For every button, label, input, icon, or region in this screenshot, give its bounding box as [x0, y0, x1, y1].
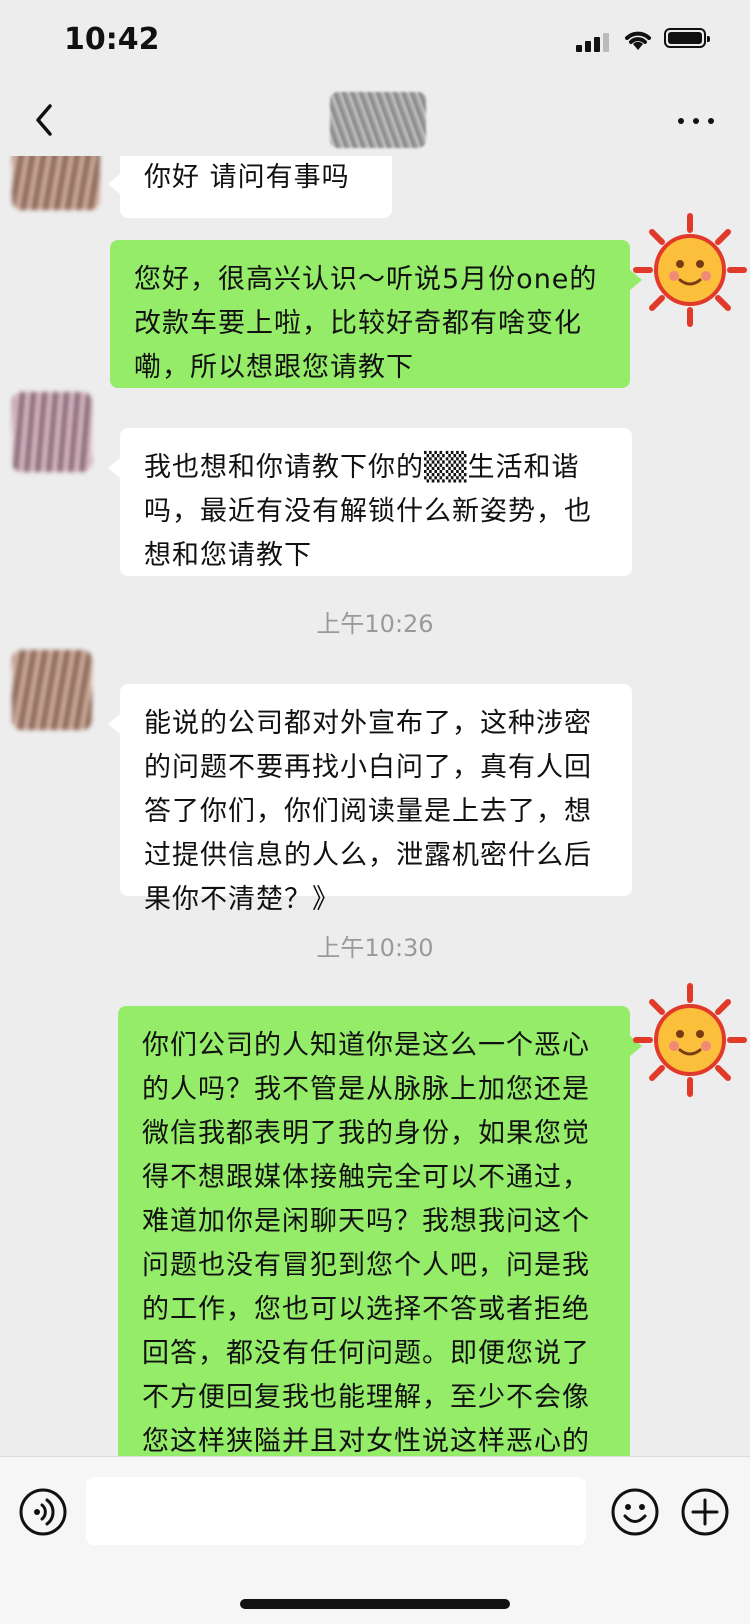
wifi-icon	[625, 31, 651, 50]
battery-icon	[664, 28, 710, 48]
sun-avatar-icon[interactable]	[630, 210, 750, 330]
emoji-icon[interactable]	[610, 1487, 660, 1537]
message-bubble[interactable]: 你们公司的人知道你是这么一个恶心的人吗？我不管是从脉脉上加您还是微信我都表明了我…	[118, 1006, 642, 1456]
message-text: 您好，很高兴认识～听说5月份one的改款车要上啦，比较好奇都有啥变化嘞，所以想跟…	[134, 264, 598, 383]
contact-avatar[interactable]	[12, 392, 92, 472]
message-text: 你好 请问有事吗	[144, 162, 350, 193]
signal-icon	[576, 32, 612, 52]
input-bar	[0, 1456, 750, 1624]
timestamp: 上午10:30	[316, 934, 434, 962]
message-bubble[interactable]: 能说的公司都对外宣布了，这种涉密的问题不要再找小白问了，真有人回答了你们，你们阅…	[108, 684, 632, 915]
message-bubble[interactable]: 你好 请问有事吗	[108, 156, 392, 218]
more-dots-icon[interactable]	[676, 108, 716, 132]
sun-avatar-icon[interactable]	[630, 980, 750, 1100]
message-bubble[interactable]: 我也想和你请教下你的▒▒生活和谐吗，最近有没有解锁什么新姿势，也想和您请教下	[108, 428, 632, 576]
chevron-left-icon[interactable]	[26, 100, 66, 140]
chat-header	[0, 86, 750, 156]
message-text: 能说的公司都对外宣布了，这种涉密的问题不要再找小白问了，真有人回答了你们，你们阅…	[144, 708, 592, 915]
message-input[interactable]	[86, 1477, 586, 1545]
home-indicator	[240, 1599, 510, 1609]
contact-name-redacted	[330, 92, 426, 148]
message-text: 你们公司的人知道你是这么一个恶心的人吗？我不管是从脉脉上加您还是微信我都表明了我…	[142, 1030, 590, 1456]
message-list[interactable]: 你好 请问有事吗 您好，很高兴认识～听说5月份one的改款车要上啦，比较好奇都有…	[0, 156, 750, 1456]
message-text: 我也想和你请教下你的▒▒生活和谐吗，最近有没有解锁什么新姿势，也想和您请教下	[144, 452, 592, 571]
contact-avatar[interactable]	[12, 650, 92, 730]
plus-icon[interactable]	[680, 1487, 730, 1537]
message-bubble[interactable]: 您好，很高兴认识～听说5月份one的改款车要上啦，比较好奇都有啥变化嘞，所以想跟…	[110, 240, 642, 388]
timestamp: 上午10:26	[316, 610, 434, 638]
contact-avatar[interactable]	[12, 156, 100, 210]
status-bar: 10:42	[0, 0, 750, 86]
voice-icon[interactable]	[18, 1487, 68, 1537]
status-time: 10:42	[64, 22, 160, 57]
